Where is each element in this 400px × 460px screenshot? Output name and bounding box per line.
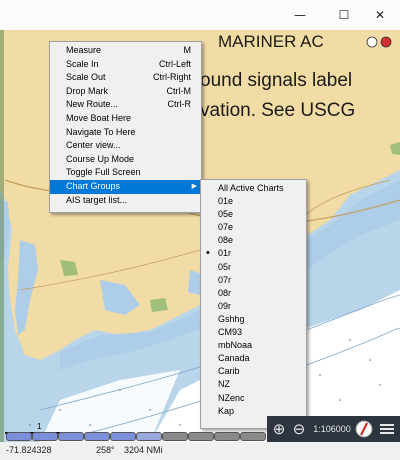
piano-key[interactable] [240,432,266,441]
status-distance: 3204 NMi [124,445,163,455]
context-menu-item-shortcut: Ctrl-M [166,85,192,96]
chart-piano-bar[interactable] [6,432,266,441]
status-longitude: -71.824328 [6,445,52,455]
chart-group-item[interactable]: 08e [201,234,306,247]
context-menu-item[interactable]: Toggle Full Screen [50,166,201,180]
chart-group-item[interactable]: 07r [201,274,306,287]
context-menu-item[interactable]: New Route... Ctrl-R [50,98,201,112]
chart-toolbar: ⊕ ⊖ 1:106000 [267,416,400,442]
zoom-out-icon[interactable]: ⊖ [289,419,309,439]
zoom-in-icon[interactable]: ⊕ [269,419,289,439]
context-menu-item-label: Toggle Full Screen [66,167,141,178]
context-menu-item-label: Navigate To Here [66,126,136,137]
chart-notice-line-3: vation. See USCG [200,100,356,121]
context-menu-item-label: Scale Out [66,72,106,83]
maximize-button[interactable]: ☐ [324,0,364,30]
chart-group-item[interactable]: NZenc [201,392,306,405]
context-menu-item[interactable]: AIS target list... [50,194,201,208]
context-menu-item-label: Scale In [66,58,99,69]
menu-icon[interactable] [377,419,397,439]
chart-group-item[interactable]: mbNoaa [201,339,306,352]
chart-group-item[interactable]: Canada [201,352,306,365]
context-menu-item-label: AIS target list... [66,194,128,205]
close-button[interactable]: ✕ [360,0,400,30]
chart-group-item[interactable]: All Active Charts [201,182,306,195]
chart-group-item[interactable]: 08r [201,287,306,300]
chart-group-item[interactable]: 09r [201,300,306,313]
context-menu-item-shortcut: Ctrl-R [167,99,192,110]
context-menu-item-label: Drop Mark [66,85,109,96]
minimize-button[interactable]: — [280,0,320,30]
piano-key[interactable] [32,432,58,441]
context-menu-item-shortcut: Ctrl-Right [152,72,191,83]
chart-notice-line-1: MARINER AC [218,32,324,51]
context-menu-item[interactable]: Move Boat Here [50,112,201,126]
chart-group-item[interactable]: 01r [201,247,306,260]
compass-icon[interactable] [353,419,375,439]
chart-group-item[interactable]: Gshhg [201,313,306,326]
piano-key[interactable] [162,432,188,441]
context-menu-item[interactable]: Measure M [50,44,201,58]
chart-group-item[interactable]: 05r [201,261,306,274]
context-menu-item[interactable]: Course Up Mode [50,153,201,167]
chart-group-item[interactable]: Carib [201,365,306,378]
scale-display: 1:106000 [313,424,351,434]
context-menu-item[interactable]: Navigate To Here [50,126,201,140]
piano-key[interactable] [84,432,110,441]
chart-group-item[interactable]: NZ [201,378,306,391]
piano-key[interactable] [58,432,84,441]
context-menu-item-label: Move Boat Here [66,112,132,123]
window-titlebar: — ☐ ✕ [0,0,400,30]
chart-group-item[interactable]: CM93 [201,326,306,339]
chart-groups-submenu: All Active Charts01e05e07e08e01r05r07r08… [200,179,307,429]
context-menu-item[interactable]: Scale Out Ctrl-Right [50,71,201,85]
chart-group-item[interactable]: 07e [201,221,306,234]
status-course: 258° [96,445,115,455]
chart-group-item[interactable]: 01e [201,195,306,208]
context-menu-item[interactable]: Center view... [50,139,201,153]
piano-key[interactable] [136,432,162,441]
chart-context-menu: Measure M Scale In Ctrl-Left Scale Out Ctrl-R… [49,41,202,213]
context-menu-item[interactable]: Scale In Ctrl-Left [50,58,201,72]
context-menu-item-shortcut: M [183,45,192,55]
piano-key[interactable] [6,432,32,441]
context-menu-item[interactable]: Chart Groups ▶ [50,179,201,194]
context-menu-item[interactable]: Drop Mark Ctrl-M [50,85,201,99]
context-menu-item-label: Measure [66,45,102,55]
piano-key[interactable] [110,432,136,441]
status-bar: -71.824328 258° 3204 NMi [0,442,400,460]
piano-key[interactable] [188,432,214,441]
context-menu-item-label: Course Up Mode [66,153,135,164]
context-menu-item-label: New Route... [66,99,119,110]
chart-notice-line-2: ound signals label [200,70,353,91]
context-menu-item-shortcut: Ctrl-Left [158,58,191,69]
chart-group-item[interactable]: 05e [201,208,306,221]
piano-key[interactable] [214,432,240,441]
context-menu-item-label: Center view... [66,140,121,151]
submenu-arrow-icon: ▶ [191,182,197,190]
context-menu-item-label: Chart Groups [66,180,121,191]
